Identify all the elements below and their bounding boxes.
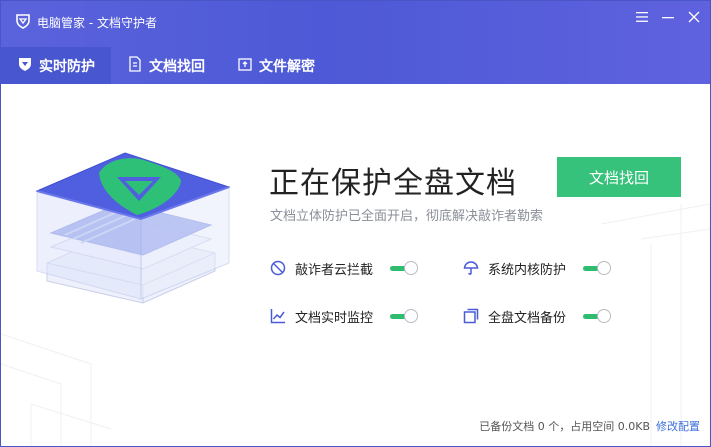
- app-logo-icon: [15, 13, 37, 32]
- ransomware-cloud-block-toggle[interactable]: [390, 261, 418, 275]
- tab-label: 文件解密: [259, 58, 315, 75]
- feature-document-monitoring: 文档实时监控: [269, 306, 373, 326]
- file-decrypt-icon: [237, 56, 259, 76]
- protection-subtitle: 文档立体防护已全面开启，彻底解决敲诈者勒索: [270, 209, 544, 224]
- tab-realtime-protection[interactable]: 实时防护: [1, 47, 111, 84]
- tab-label: 实时防护: [39, 58, 95, 75]
- feature-label: 全盘文档备份: [488, 310, 567, 326]
- window-title: 电脑管家 - 文档守护者: [15, 11, 157, 33]
- shield-icon: [17, 56, 39, 76]
- feature-label: 文档实时监控: [295, 310, 374, 326]
- tab-document-restore[interactable]: 文档找回: [111, 47, 221, 84]
- document-restore-button[interactable]: 文档找回: [557, 157, 681, 197]
- window-title-text: 电脑管家 - 文档守护者: [37, 15, 157, 30]
- umbrella-icon: [462, 259, 480, 277]
- feature-label: 敲诈者云拦截: [295, 262, 374, 278]
- menu-icon[interactable]: [636, 11, 648, 23]
- window-controls: [636, 11, 700, 23]
- document-protection-illustration: [35, 152, 231, 304]
- feature-full-disk-backup: 全盘文档备份: [462, 306, 566, 326]
- document-restore-icon: [127, 55, 149, 76]
- tab-file-decrypt[interactable]: 文件解密: [221, 47, 331, 84]
- tab-bar: 实时防护 文档找回 文件解密: [1, 47, 331, 84]
- tab-label: 文档找回: [149, 58, 205, 75]
- backup-status-bar: 已备份文档 0 个，占用空间 0.0KB 修改配置: [479, 418, 700, 434]
- line-chart-icon: [269, 307, 287, 325]
- app-window: 电脑管家 - 文档守护者 实时防护 文档找回 文件解密 正在保护全盘文档 文档立…: [0, 0, 711, 447]
- full-disk-backup-toggle[interactable]: [583, 309, 611, 323]
- backup-icon: [462, 307, 480, 325]
- document-monitoring-toggle[interactable]: [390, 309, 418, 323]
- modify-settings-link[interactable]: 修改配置: [656, 420, 700, 433]
- backup-status-text: 已备份文档 0 个，占用空间 0.0KB: [479, 420, 650, 433]
- header-bar: 电脑管家 - 文档守护者 实时防护 文档找回 文件解密: [1, 1, 710, 84]
- page-title: 正在保护全盘文档: [269, 166, 517, 201]
- feature-ransomware-cloud-block: 敲诈者云拦截: [269, 258, 373, 278]
- minimize-icon[interactable]: [662, 11, 674, 23]
- feature-kernel-protection: 系统内核防护: [462, 258, 566, 278]
- close-icon[interactable]: [688, 11, 700, 23]
- feature-label: 系统内核防护: [488, 262, 567, 278]
- kernel-protection-toggle[interactable]: [583, 261, 611, 275]
- block-icon: [269, 259, 287, 277]
